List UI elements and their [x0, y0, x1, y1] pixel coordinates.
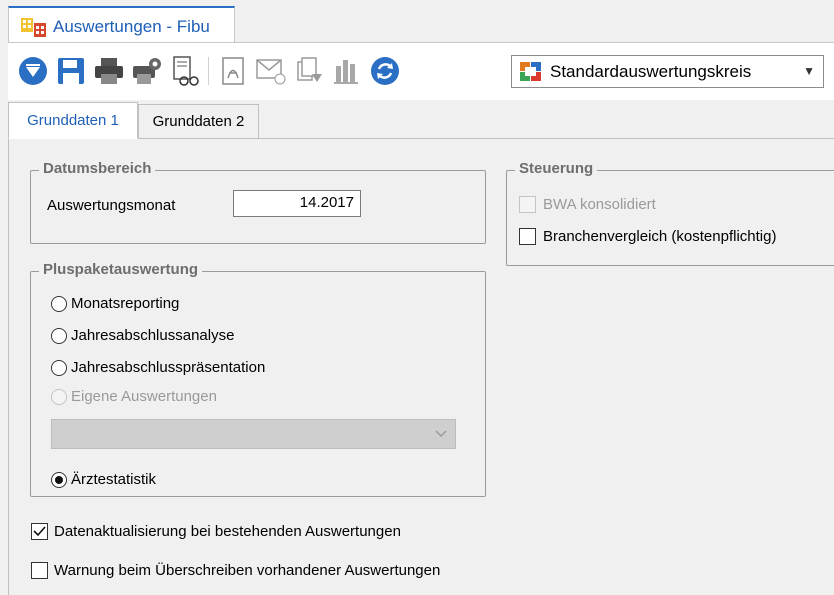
toolbar-separator	[208, 57, 209, 85]
steuerung-group: Steuerung BWA konsolidiert Branchenvergl…	[506, 160, 834, 266]
print-settings-icon[interactable]	[130, 53, 164, 89]
jahresabschlussanalyse-label: Jahresabschlussanalyse	[71, 327, 235, 344]
pluspaket-group: Pluspaketauswertung Monatsreporting Jahr…	[30, 261, 486, 497]
radio-jahresabschlussanalyse[interactable]	[51, 328, 67, 344]
save-icon[interactable]	[54, 53, 88, 89]
pluspaket-legend: Pluspaketauswertung	[39, 261, 203, 278]
tab-grunddaten-2[interactable]: Grunddaten 2	[138, 104, 259, 139]
auswertungsmonat-label: Auswertungsmonat	[47, 197, 176, 214]
app-icon	[21, 18, 46, 37]
tab-grunddaten-1[interactable]: Grunddaten 1	[8, 102, 138, 139]
aerztestatistik-label: Ärztestatistik	[71, 471, 157, 488]
chevron-down-icon	[435, 430, 447, 438]
pdf-icon[interactable]	[216, 53, 250, 89]
refresh-icon[interactable]	[368, 53, 402, 89]
print-icon[interactable]	[92, 53, 126, 89]
datumsbereich-legend: Datumsbereich	[39, 160, 156, 177]
jahresabschlusspraesentation-label: Jahresabschlusspräsentation	[71, 359, 266, 376]
bwa-konsolidiert-label: BWA konsolidiert	[543, 196, 656, 213]
chevron-down-icon[interactable]: ▼	[803, 64, 815, 78]
radio-monatsreporting[interactable]	[51, 296, 67, 312]
bwa-konsolidiert-checkbox[interactable]	[519, 196, 536, 213]
datumsbereich-group: Datumsbereich Auswertungsmonat 14.2017	[30, 160, 486, 244]
auswertungsmonat-input[interactable]: 14.2017	[233, 190, 361, 217]
evaluation-circle-combo[interactable]: Standardauswertungskreis ▼	[511, 55, 824, 88]
warnung-checkbox[interactable]	[31, 562, 48, 579]
puzzle-icon	[520, 62, 541, 81]
chart-icon[interactable]	[330, 53, 364, 89]
radio-eigene-auswertungen[interactable]	[51, 389, 67, 405]
radio-jahresabschlusspraesentation[interactable]	[51, 360, 67, 376]
window-tab[interactable]: Auswertungen - Fibu	[8, 6, 235, 42]
radio-selected-dot	[55, 476, 63, 484]
steuerung-legend: Steuerung	[515, 160, 598, 177]
window-title: Auswertungen - Fibu	[53, 17, 210, 36]
arrow-down-circle-icon[interactable]	[16, 53, 50, 89]
checkmark-icon	[33, 526, 46, 537]
preview-glasses-icon[interactable]	[168, 53, 202, 89]
eigene-auswertungen-dropdown[interactable]	[51, 419, 456, 449]
warnung-label: Warnung beim Überschreiben vorhandener A…	[54, 562, 441, 579]
email-icon[interactable]	[254, 53, 288, 89]
export-icon[interactable]	[292, 53, 326, 89]
branchenvergleich-label: Branchenvergleich (kostenpflichtig)	[543, 228, 777, 245]
radio-aerztestatistik[interactable]	[51, 472, 67, 488]
eigene-auswertungen-label: Eigene Auswertungen	[71, 388, 217, 405]
branchenvergleich-checkbox[interactable]	[519, 228, 536, 245]
datenaktualisierung-label: Datenaktualisierung bei bestehenden Ausw…	[54, 523, 401, 540]
monatsreporting-label: Monatsreporting	[71, 295, 180, 312]
combo-value: Standardauswertungskreis	[550, 62, 752, 81]
datenaktualisierung-checkbox[interactable]	[31, 523, 48, 540]
